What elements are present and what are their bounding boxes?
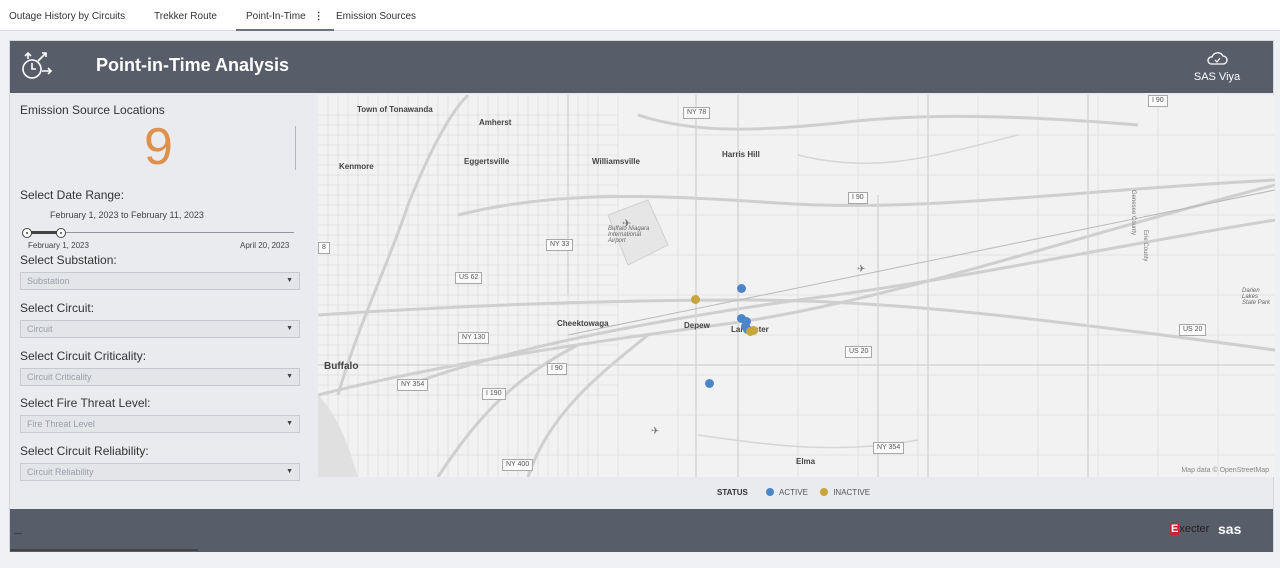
- shield-ny354-a: NY 354: [397, 379, 429, 391]
- slider-start-handle[interactable]: [22, 228, 32, 238]
- exacter-logo: Execter: [1170, 523, 1210, 535]
- tab-emission-sources[interactable]: Emission Sources: [336, 0, 416, 31]
- circuit-placeholder: Circuit: [27, 324, 53, 334]
- airplane-icon: ✈: [857, 264, 866, 275]
- shield-ny33: NY 33: [546, 239, 574, 251]
- horizontal-scrollbar[interactable]: [10, 549, 198, 551]
- label-depew: Depew: [684, 321, 710, 330]
- sas-viya-brand: SAS Viya: [1189, 51, 1245, 85]
- shield-i90-mid: I 90: [848, 192, 868, 204]
- shield-i90-low: I 90: [547, 363, 567, 375]
- sas-logo: sas: [1218, 521, 1242, 537]
- tab-point-in-time[interactable]: Point-In-Time ⋮: [236, 0, 334, 31]
- report-panel: Point-in-Time Analysis SAS Viya Emission…: [9, 40, 1275, 552]
- filter-panel: Emission Source Locations 9 Select Date …: [10, 93, 315, 484]
- date-range-slider[interactable]: [22, 228, 294, 238]
- map-point-inactive[interactable]: [691, 295, 700, 304]
- shield-ny400: NY 400: [502, 459, 534, 471]
- reliability-label: Select Circuit Reliability:: [20, 444, 149, 458]
- map-point-inactive[interactable]: [749, 326, 758, 335]
- reliability-placeholder: Circuit Reliability: [27, 467, 94, 477]
- circuit-label: Select Circuit:: [20, 301, 95, 315]
- map-basemap: [318, 95, 1275, 477]
- label-buffalo: Buffalo: [324, 361, 359, 372]
- shield-i190: I 190: [482, 388, 506, 400]
- criticality-label: Select Circuit Criticality:: [20, 349, 147, 363]
- date-range-selected: February 1, 2023 to February 11, 2023: [50, 210, 204, 220]
- shield-us62: US 62: [455, 272, 483, 284]
- label-williamsville: Williamsville: [592, 157, 640, 166]
- clock-arrows-icon: [22, 51, 53, 79]
- legend-inactive-label: INACTIVE: [833, 488, 871, 497]
- map-point-active[interactable]: [705, 379, 714, 388]
- page-title: Point-in-Time Analysis: [96, 55, 290, 75]
- shield-ny130: NY 130: [458, 332, 490, 344]
- report-footer: — Execter sas: [10, 509, 1273, 552]
- cloud-icon: [1207, 52, 1228, 65]
- legend-active-label: ACTIVE: [779, 488, 808, 497]
- status-legend: STATUS ACTIVE INACTIVE: [717, 488, 880, 497]
- airplane-icon: ✈: [651, 426, 660, 437]
- criticality-placeholder: Circuit Criticality: [27, 372, 92, 382]
- substation-label: Select Substation:: [20, 253, 117, 267]
- map-point-active[interactable]: [737, 284, 746, 293]
- legend-title: STATUS: [717, 488, 748, 497]
- emission-source-map[interactable]: Town of Tonawanda Amherst Kenmore Eggert…: [318, 95, 1275, 477]
- airplane-icon: ✈: [622, 218, 632, 230]
- substation-placeholder: Substation: [27, 276, 70, 286]
- substation-select[interactable]: Substation ▼: [20, 272, 300, 290]
- slider-end-handle[interactable]: [56, 228, 66, 238]
- brand-label: SAS Viya: [1193, 71, 1241, 83]
- label-darien-lakes: Darien Lakes State Park: [1242, 288, 1271, 306]
- shield-us20-a: US 20: [845, 346, 873, 358]
- label-eggertsville: Eggertsville: [464, 157, 510, 166]
- label-amherst: Amherst: [479, 118, 512, 127]
- label-airport: Buffalo Niagara International Airport: [608, 226, 650, 244]
- map-attribution: Map data © OpenStreetMap: [1181, 467, 1269, 474]
- legend-item-inactive[interactable]: INACTIVE: [820, 488, 870, 497]
- date-range-label: Select Date Range:: [20, 188, 125, 202]
- criticality-select[interactable]: Circuit Criticality ▼: [20, 368, 300, 386]
- footer-dash: —: [14, 529, 22, 538]
- shield-i90-top: I 90: [1148, 95, 1168, 107]
- date-range-min: February 1, 2023: [28, 241, 89, 250]
- tab-outage-history[interactable]: Outage History by Circuits: [9, 0, 125, 31]
- fire-threat-select[interactable]: Fire Threat Level ▼: [20, 415, 300, 433]
- tab-trekker-route[interactable]: Trekker Route: [154, 0, 217, 31]
- tab-point-in-time-label: Point-In-Time: [246, 11, 306, 22]
- shield-ny354-b: NY 354: [873, 442, 905, 454]
- fire-threat-label: Select Fire Threat Level:: [20, 396, 151, 410]
- chevron-down-icon: ▼: [286, 277, 293, 284]
- legend-item-active[interactable]: ACTIVE: [766, 488, 808, 497]
- chevron-down-icon: ▼: [286, 468, 293, 475]
- kpi-value: 9: [144, 118, 173, 176]
- active-dot-icon: [766, 488, 775, 496]
- chevron-down-icon: ▼: [286, 420, 293, 427]
- report-header: Point-in-Time Analysis SAS Viya: [10, 41, 1273, 93]
- shield-us20-b: US 20: [1179, 324, 1207, 336]
- inactive-dot-icon: [820, 488, 829, 496]
- label-town-of-tonawanda: Town of Tonawanda: [357, 105, 433, 114]
- chevron-down-icon: ▼: [286, 325, 293, 332]
- kpi-label: Emission Source Locations: [20, 103, 165, 117]
- label-genesee-county: Genesee County: [1130, 190, 1136, 236]
- kpi-divider: [295, 126, 296, 170]
- reliability-select[interactable]: Circuit Reliability ▼: [20, 463, 300, 481]
- label-erie-county: Erie County: [1142, 230, 1148, 262]
- fire-threat-placeholder: Fire Threat Level: [27, 419, 95, 429]
- chevron-down-icon: ▼: [286, 373, 293, 380]
- shield-8: 8: [318, 242, 330, 254]
- label-cheektowaga: Cheektowaga: [557, 319, 609, 328]
- shield-ny78: NY 78: [683, 107, 711, 119]
- kebab-icon[interactable]: ⋮: [314, 11, 324, 22]
- tab-bar: Outage History by Circuits Trekker Route…: [0, 0, 1280, 31]
- date-range-max: April 20, 2023: [240, 241, 290, 250]
- label-kenmore: Kenmore: [339, 162, 374, 171]
- circuit-select[interactable]: Circuit ▼: [20, 320, 300, 338]
- label-elma: Elma: [796, 457, 816, 466]
- label-harris-hill: Harris Hill: [722, 150, 760, 159]
